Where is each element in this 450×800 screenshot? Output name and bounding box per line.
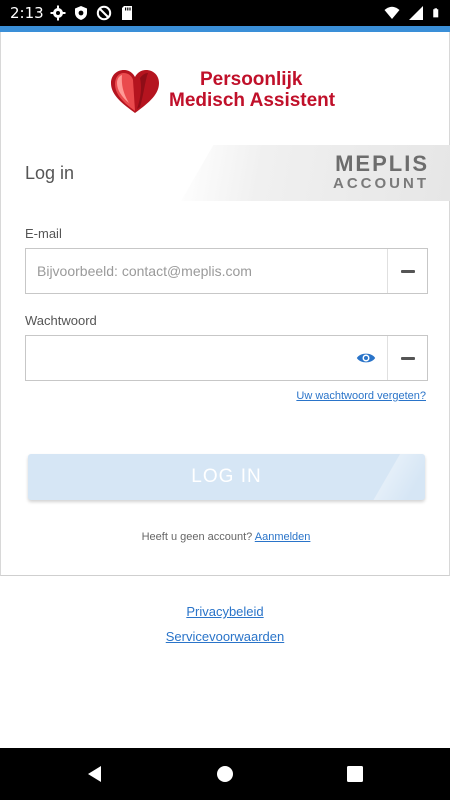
home-icon[interactable]: [215, 764, 235, 784]
email-clear-button[interactable]: [387, 249, 427, 293]
wifi-icon: [384, 6, 400, 19]
do-not-disturb-icon: [96, 5, 112, 21]
email-label: E-mail: [25, 226, 62, 241]
navigation-bar: [0, 748, 450, 800]
status-time: 2:13: [10, 4, 44, 22]
signup-prompt: Heeft u geen account? Aanmelden: [1, 531, 450, 543]
battery-icon: [433, 8, 439, 18]
terms-link[interactable]: Servicevoorwaarden: [166, 629, 285, 644]
password-label: Wachtwoord: [25, 313, 97, 328]
login-card: Persoonlijk Medisch Assistent Log in MEP…: [0, 32, 450, 576]
status-bar: 2:13: [0, 0, 450, 26]
minus-icon: [401, 357, 415, 360]
password-field-box: [25, 335, 428, 381]
show-password-button[interactable]: [345, 336, 387, 380]
back-icon[interactable]: [85, 764, 105, 784]
page-title: Log in: [25, 163, 75, 183]
gear-icon: [50, 5, 66, 21]
privacy-row: Privacybeleid: [0, 604, 450, 619]
signup-text: Heeft u geen account?: [141, 531, 253, 543]
cell-signal-icon: [409, 6, 423, 20]
minus-icon: [401, 270, 415, 273]
recents-icon[interactable]: [345, 764, 365, 784]
header-band: Log in MEPLIS ACCOUNT: [1, 145, 450, 201]
login-button-label: LOG IN: [191, 466, 262, 487]
brand-line-1: MEPLIS: [335, 151, 429, 176]
heart-logo-icon: [111, 70, 159, 113]
shield-icon: [75, 6, 87, 20]
app-logo: Persoonlijk Medisch Assistent: [110, 69, 345, 115]
forgot-password-link[interactable]: Uw wachtwoord vergeten?: [296, 390, 426, 402]
eye-icon: [356, 353, 376, 363]
password-clear-button[interactable]: [387, 336, 427, 380]
logo-line-1: Persoonlijk: [200, 69, 303, 90]
button-shine: [365, 454, 425, 500]
signup-link[interactable]: Aanmelden: [255, 531, 311, 543]
email-field-box: [25, 248, 428, 294]
password-field[interactable]: [26, 336, 346, 380]
logo-line-2: Medisch Assistent: [169, 90, 336, 111]
terms-row: Servicevoorwaarden: [0, 629, 450, 644]
login-button[interactable]: LOG IN: [28, 454, 425, 500]
email-field[interactable]: [26, 249, 388, 293]
brand-logo: MEPLIS ACCOUNT: [333, 153, 429, 193]
sd-card-icon: [122, 6, 132, 20]
brand-line-2: ACCOUNT: [333, 175, 429, 192]
privacy-link[interactable]: Privacybeleid: [186, 604, 263, 619]
